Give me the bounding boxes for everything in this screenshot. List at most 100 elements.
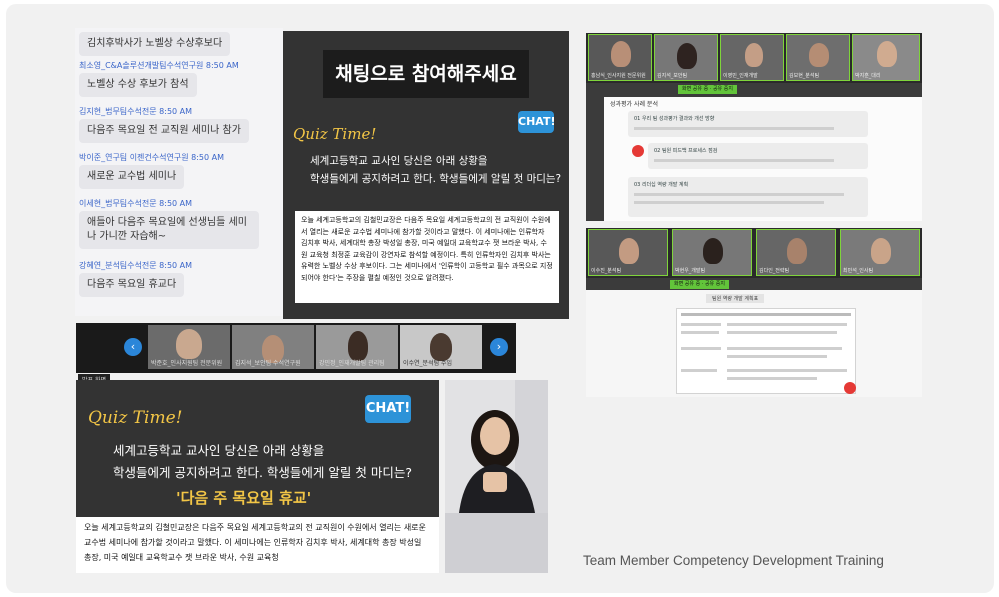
video-tile[interactable]: 김다인_전략팀: [756, 229, 836, 276]
record-icon: [844, 382, 856, 394]
participant-strip: ‹ 박준호_인사지원팀 전문위원 김지석_보안팀 수석연구원 강민정_인재개발팀…: [76, 323, 516, 373]
person-figure: [787, 238, 807, 264]
chat-message: 김지현_법무팀수석전문 8:50 AM 다음주 목요일 전 교직원 세미나 참가: [79, 106, 249, 143]
chat-sender: 최소영_C&A솔루션개발팀수석연구원: [79, 61, 204, 70]
shared-document: 성과평가 사례 분석 01 우리 팀 성과평가 결과와 개선 방향 02 팀원 …: [604, 97, 922, 221]
shared-document: 팀원 역량 개발 계획표: [586, 290, 922, 397]
screen-share-banner[interactable]: 화면 공유 중 · 공유 중지: [670, 280, 729, 289]
quiz-question-line-2: 학생들에게 공지하려고 한다. 학생들에게 알릴 첫 마디는?: [113, 465, 412, 480]
chat-sender: 강혜연_분석팀수석전문: [79, 261, 157, 270]
quiz-label: Quiz Time!: [293, 125, 377, 143]
person-figure: [176, 329, 202, 359]
video-tile[interactable]: 이수진_분석팀: [588, 229, 668, 276]
quiz-question-line-1: 세계고등학교 교사인 당신은 아래 상황을: [113, 443, 325, 458]
slide-title: 채팅으로 참여해주세요: [323, 50, 529, 98]
person-figure: [430, 333, 452, 361]
person-figure: [611, 41, 631, 67]
chat-sender: 박이준_연구팀 이젠건수석연구원: [79, 153, 189, 162]
doc-card: 02 팀원 피드백 프로세스 점검: [648, 143, 868, 169]
chat-message: 최소영_C&A솔루션개발팀수석연구원 8:50 AM 노벨상 수상 후보가 참석: [79, 60, 239, 97]
quiz-label: Quiz Time!: [88, 408, 183, 428]
person-figure: [871, 238, 891, 264]
participant-name: 이수연_분석팀 주임: [403, 360, 453, 367]
chat-bubble: 김치후박사가 노벨상 수상후보다: [79, 32, 231, 56]
number-badge-icon: [632, 145, 644, 157]
chat-message: 강혜연_분석팀수석전문 8:50 AM 다음주 목요일 휴교다: [79, 260, 192, 297]
slide-top: 채팅으로 참여해주세요 Quiz Time! CHAT! 세계고등학교 교사인 …: [283, 31, 569, 319]
presenter-video: [445, 380, 548, 513]
image-caption: Team Member Competency Development Train…: [583, 553, 884, 568]
participant-name: 박지훈_대리: [855, 73, 881, 79]
chat-time: 8:50 AM: [159, 261, 193, 270]
video-row: 홍남식_인사지원 전문위원 김지석_보안팀 이영민_인재개발 김보현_분석팀 박…: [586, 33, 922, 83]
chat-bubble: 다음주 목요일 휴교다: [79, 273, 185, 297]
doc-table: [676, 308, 856, 394]
video-row: 이수진_분석팀 박현우_개발팀 김다인_전략팀 최민석_인사팀: [586, 228, 922, 278]
doc-header: 팀원 역량 개발 계획표: [706, 294, 765, 303]
chevron-left-icon[interactable]: ‹: [124, 338, 142, 356]
chat-badge-icon: CHAT!: [365, 395, 411, 423]
video-tile[interactable]: 홍남식_인사지원 전문위원: [588, 34, 652, 81]
participant-thumb[interactable]: 김지석_보안팀 수석연구원: [232, 325, 314, 369]
video-tile[interactable]: 김보현_분석팀: [786, 34, 850, 81]
quiz-answer: '다음 주 목요일 휴교': [176, 489, 312, 507]
participant-name: 최민석_인사팀: [843, 268, 874, 274]
doc-row-text: 03 리더십 역량 개발 계획: [634, 182, 689, 188]
chat-message: 이세현_법무팀수석전문 8:50 AM 애들아 다음주 목요일에 선생님들 세미…: [79, 198, 269, 249]
chat-bubble: 애들아 다음주 목요일에 선생님들 세미나 가니깐 자습해~: [79, 211, 259, 249]
chat-time: 8:50 AM: [191, 153, 225, 162]
video-tile[interactable]: 박지훈_대리: [852, 34, 920, 81]
doc-card: 03 리더십 역량 개발 계획: [628, 177, 868, 217]
chat-bubble: 다음주 목요일 전 교직원 세미나 참가: [79, 119, 249, 143]
participant-name: 김지석_보안팀 수석연구원: [235, 360, 301, 367]
participant-thumb[interactable]: 박준호_인사지원팀 전문위원: [148, 325, 230, 369]
participant-name: 박현우_개발팀: [675, 268, 706, 274]
video-tile[interactable]: 김지석_보안팀: [654, 34, 718, 81]
zoom-screenshot-bottom: 이수진_분석팀 박현우_개발팀 김다인_전략팀 최민석_인사팀 화면 공유 중 …: [586, 228, 922, 397]
chat-message: 박이준_연구팀 이젠건수석연구원 8:50 AM 새로운 교수법 세미나: [79, 152, 224, 189]
quiz-body-text: 오늘 세계고등학교의 김철민교장은 다음주 목요일 세계고등학교의 전 교직원이…: [76, 517, 439, 573]
screen-share-banner[interactable]: 화면 공유 중 · 공유 중지: [678, 85, 737, 94]
person-figure: [348, 331, 368, 361]
zoom-screenshot-top: 홍남식_인사지원 전문위원 김지석_보안팀 이영민_인재개발 김보현_분석팀 박…: [586, 33, 922, 221]
person-figure: [619, 238, 639, 264]
chat-sender: 이세현_법무팀수석전문: [79, 199, 157, 208]
doc-row-text: 02 팀원 피드백 프로세스 점검: [654, 148, 718, 154]
participant-thumb[interactable]: 이수연_분석팀 주임: [400, 325, 482, 369]
person-figure: [745, 43, 763, 67]
quiz-question-line-2: 학생들에게 공지하려고 한다. 학생들에게 알릴 첫 마디는?: [310, 173, 562, 185]
participant-name: 김보현_분석팀: [789, 73, 820, 79]
chat-panel: 김치후박사가 노벨상 수상후보다 최소영_C&A솔루션개발팀수석연구원 8:50…: [75, 28, 283, 316]
doc-row-text: 01 우리 팀 성과평가 결과와 개선 방향: [634, 116, 715, 122]
person-figure: [877, 41, 897, 67]
slide-bottom: Quiz Time! CHAT! 세계고등학교 교사인 당신은 아래 상황을 학…: [76, 380, 439, 573]
person-figure: [677, 43, 697, 69]
chat-message: 김치후박사가 노벨상 수상후보다: [79, 32, 231, 56]
participant-name: 강민정_인재개발팀 관리팀: [319, 360, 385, 367]
chat-bubble: 새로운 교수법 세미나: [79, 165, 185, 189]
chat-time: 8:50 AM: [159, 199, 193, 208]
video-tile[interactable]: 최민석_인사팀: [840, 229, 920, 276]
chat-badge-icon: CHAT!: [518, 111, 555, 133]
video-tile[interactable]: 이영민_인재개발: [720, 34, 784, 81]
quiz-question-line-1: 세계고등학교 교사인 당신은 아래 상황을: [310, 155, 488, 167]
participant-name: 이영민_인재개발: [723, 73, 758, 79]
participant-name: 김지석_보안팀: [657, 73, 688, 79]
doc-card: 01 우리 팀 성과평가 결과와 개선 방향: [628, 111, 868, 137]
chat-sender: 김지현_법무팀수석전문: [79, 107, 157, 116]
presenter-panel: [445, 513, 548, 573]
video-tile[interactable]: 박현우_개발팀: [672, 229, 752, 276]
participant-thumb[interactable]: 강민정_인재개발팀 관리팀: [316, 325, 398, 369]
quiz-body-text: 오늘 세계고등학교의 김철민교장은 다음주 목요일 세계고등학교의 전 교직원이…: [295, 211, 559, 303]
person-figure: [703, 238, 723, 264]
participant-name: 박준호_인사지원팀 전문위원: [151, 360, 223, 367]
participant-name: 김다인_전략팀: [759, 268, 790, 274]
participant-name: 홍남식_인사지원 전문위원: [591, 73, 646, 79]
participant-name: 이수진_분석팀: [591, 268, 622, 274]
chat-bubble: 노벨상 수상 후보가 참석: [79, 73, 197, 97]
presenter-figure: [445, 380, 548, 513]
doc-title: 성과평가 사례 분석: [610, 101, 658, 108]
chevron-right-icon[interactable]: ›: [490, 338, 508, 356]
chat-time: 8:50 AM: [205, 61, 239, 70]
chat-time: 8:50 AM: [159, 107, 193, 116]
